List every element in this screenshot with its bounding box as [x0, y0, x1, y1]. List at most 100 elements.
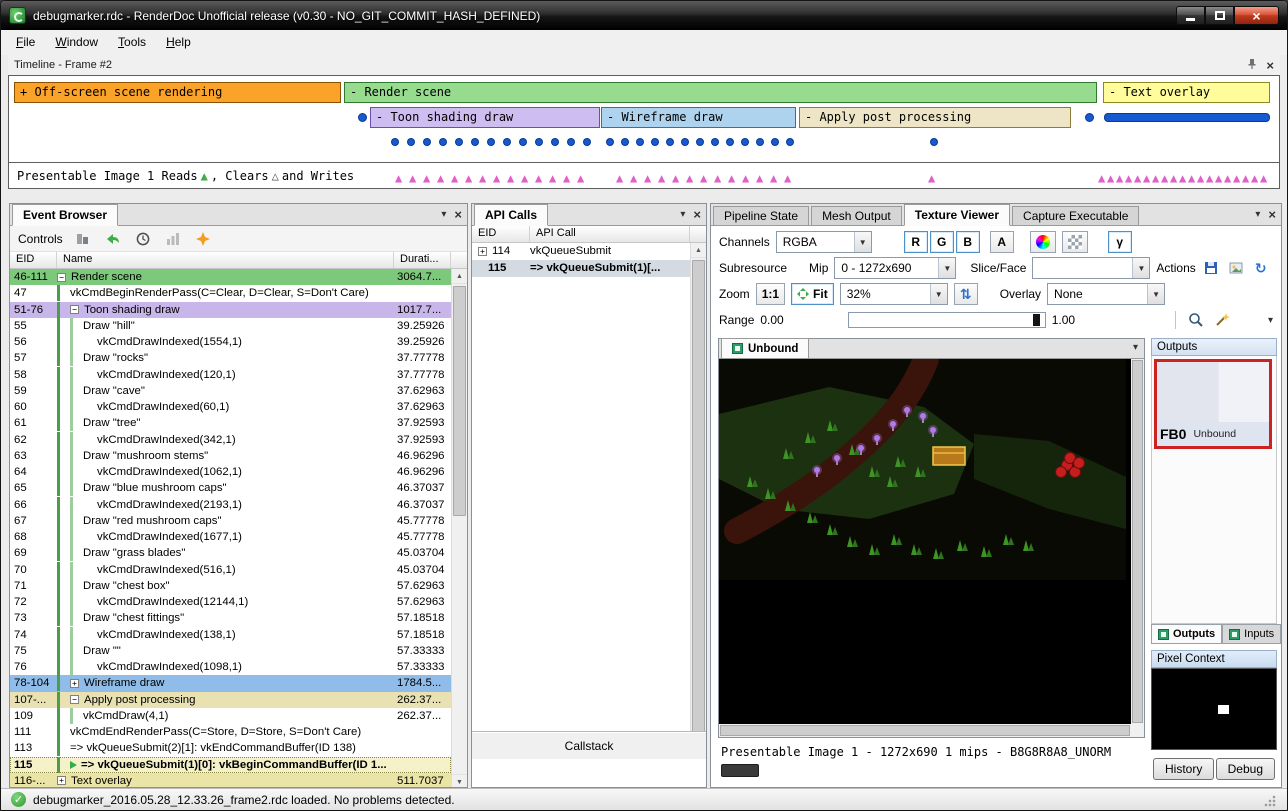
- event-row[interactable]: 62vkCmdDrawIndexed(342,1)37.92593: [10, 432, 451, 448]
- history-button[interactable]: History: [1153, 758, 1214, 780]
- channel-g-button[interactable]: G: [930, 231, 954, 253]
- chevron-down-icon[interactable]: ▾: [441, 209, 446, 220]
- chevron-down-icon[interactable]: ▾: [1133, 342, 1138, 353]
- zoom-range-icon[interactable]: [1186, 310, 1206, 330]
- event-row[interactable]: 69Draw "grass blades"45.03704: [10, 545, 451, 561]
- menu-file[interactable]: File: [6, 30, 45, 55]
- event-row[interactable]: 67Draw "red mushroom caps"45.77778: [10, 513, 451, 529]
- close-button[interactable]: ×: [1234, 6, 1279, 25]
- tree-toggle-icon[interactable]: −: [70, 695, 79, 704]
- time-durations-icon[interactable]: [133, 229, 153, 249]
- event-row[interactable]: 115=> vkQueueSubmit(1)[0]: vkBeginComman…: [10, 757, 451, 773]
- save-icon[interactable]: [1201, 258, 1221, 278]
- event-row[interactable]: 75Draw ""57.33333: [10, 643, 451, 659]
- color-wheel-button[interactable]: [1030, 231, 1056, 253]
- menu-tools[interactable]: Tools: [108, 30, 156, 55]
- tab-texture-viewer[interactable]: Texture Viewer: [904, 204, 1010, 226]
- close-icon[interactable]: ×: [693, 208, 701, 221]
- channel-r-button[interactable]: R: [904, 231, 928, 253]
- sliceface-select[interactable]: ▼: [1032, 257, 1150, 279]
- scrollbar-thumb[interactable]: [720, 725, 1130, 736]
- event-row[interactable]: 68vkCmdDrawIndexed(1677,1)45.77778: [10, 529, 451, 545]
- refresh-icon[interactable]: ↻: [1251, 258, 1271, 278]
- open-texture-icon[interactable]: [1226, 258, 1246, 278]
- event-browser-scrollbar[interactable]: ▲ ▼: [451, 269, 467, 788]
- event-row[interactable]: 107-...−Apply post processing262.37...: [10, 692, 451, 708]
- debug-button[interactable]: Debug: [1216, 758, 1275, 780]
- column-eid[interactable]: EID: [472, 226, 530, 242]
- api-calls-scrollbar[interactable]: ▲ ▼: [690, 243, 706, 759]
- event-row[interactable]: 71Draw "chest box"57.62963: [10, 578, 451, 594]
- scrollbar-thumb[interactable]: [692, 260, 705, 742]
- scroll-down-icon[interactable]: ▼: [452, 774, 467, 788]
- event-row[interactable]: 55Draw "hill"39.25926: [10, 318, 451, 334]
- callstack-section[interactable]: Callstack: [472, 731, 706, 759]
- tree-toggle-icon[interactable]: −: [70, 305, 79, 314]
- event-row[interactable]: 116-...+Text overlay511.7037: [10, 773, 451, 788]
- menu-help[interactable]: Help: [156, 30, 201, 55]
- event-row[interactable]: 72vkCmdDrawIndexed(12144,1)57.62963: [10, 594, 451, 610]
- tab-capture-executable[interactable]: Capture Executable: [1012, 206, 1139, 225]
- event-row[interactable]: 47vkCmdBeginRenderPass(C=Clear, D=Clear,…: [10, 285, 451, 301]
- timeline-bar[interactable]: - Render scene: [344, 82, 1097, 103]
- event-row[interactable]: 113=> vkQueueSubmit(2)[1]: vkEndCommandB…: [10, 740, 451, 756]
- event-row[interactable]: 65Draw "blue mushroom caps"46.37037: [10, 480, 451, 496]
- resize-grip[interactable]: [1263, 793, 1277, 807]
- flip-y-button[interactable]: ⇅: [954, 283, 978, 305]
- timeline-bar[interactable]: - Toon shading draw: [370, 107, 600, 128]
- api-calls-column-header[interactable]: EID API Call: [472, 226, 706, 243]
- output-fb0-thumbnail[interactable]: FB0 Unbound: [1154, 359, 1272, 449]
- close-icon[interactable]: ×: [1268, 208, 1276, 221]
- bookmark-icon[interactable]: [193, 229, 213, 249]
- event-row[interactable]: 76vkCmdDrawIndexed(1098,1)57.33333: [10, 659, 451, 675]
- tab-inputs[interactable]: Inputs: [1222, 624, 1281, 644]
- column-name[interactable]: Name: [57, 252, 394, 268]
- statistics-icon[interactable]: [163, 229, 183, 249]
- scroll-up-icon[interactable]: ▲: [452, 269, 467, 284]
- texture-horizontal-scrollbar[interactable]: [719, 724, 1131, 737]
- event-row[interactable]: 78-104+Wireframe draw1784.5...: [10, 675, 451, 691]
- event-row[interactable]: 73Draw "chest fittings"57.18518: [10, 610, 451, 626]
- timeline-bar[interactable]: + Off-screen scene rendering: [14, 82, 341, 103]
- scroll-up-icon[interactable]: ▲: [691, 243, 706, 258]
- event-row[interactable]: 46-111−Render scene3064.7...: [10, 269, 451, 285]
- tab-event-browser[interactable]: Event Browser: [12, 204, 118, 226]
- range-slider[interactable]: [848, 312, 1046, 328]
- tab-unbound-texture[interactable]: Unbound: [721, 338, 809, 358]
- event-browser-column-header[interactable]: EID Name Durati...: [10, 252, 467, 269]
- maximize-button[interactable]: [1205, 6, 1234, 25]
- tree-toggle-icon[interactable]: +: [70, 679, 79, 688]
- goto-current-icon[interactable]: [103, 229, 123, 249]
- event-row[interactable]: 63Draw "mushroom stems"46.96296: [10, 448, 451, 464]
- event-row[interactable]: 58vkCmdDrawIndexed(120,1)37.77778: [10, 367, 451, 383]
- event-row[interactable]: 60vkCmdDrawIndexed(60,1)37.62963: [10, 399, 451, 415]
- tab-api-calls[interactable]: API Calls: [474, 204, 548, 226]
- event-row[interactable]: 51-76−Toon shading draw1017.7...: [10, 302, 451, 318]
- event-row[interactable]: 66vkCmdDrawIndexed(2193,1)46.37037: [10, 497, 451, 513]
- range-slider-handle[interactable]: [1033, 314, 1040, 326]
- channel-b-button[interactable]: B: [956, 231, 980, 253]
- gamma-button[interactable]: γ: [1108, 231, 1132, 253]
- event-row[interactable]: 56vkCmdDrawIndexed(1554,1)39.25926: [10, 334, 451, 350]
- checkerboard-button[interactable]: [1062, 231, 1088, 253]
- fit-button[interactable]: Fit: [791, 283, 834, 305]
- menu-window[interactable]: Window: [45, 30, 108, 55]
- close-icon[interactable]: ×: [1266, 59, 1274, 72]
- api-call-row[interactable]: +114vkQueueSubmit: [472, 243, 690, 260]
- api-call-row[interactable]: 115=> vkQueueSubmit(1)[...: [472, 260, 690, 277]
- timeline-bar[interactable]: - Apply post processing: [799, 107, 1071, 128]
- event-row[interactable]: 57Draw "rocks"37.77778: [10, 350, 451, 366]
- column-api-call[interactable]: API Call: [530, 226, 690, 242]
- timeline-canvas[interactable]: Presentable Image 1 Reads ▲ , Clears △ a…: [8, 75, 1280, 189]
- chevron-down-icon[interactable]: ▾: [680, 209, 685, 220]
- tab-outputs[interactable]: Outputs: [1151, 624, 1222, 644]
- tab-mesh-output[interactable]: Mesh Output: [811, 206, 902, 225]
- timeline-bar[interactable]: - Wireframe draw: [601, 107, 796, 128]
- close-icon[interactable]: ×: [454, 208, 462, 221]
- chevron-down-icon[interactable]: ▾: [1255, 209, 1260, 220]
- tab-pipeline-state[interactable]: Pipeline State: [713, 206, 809, 225]
- column-duration[interactable]: Durati...: [394, 252, 451, 268]
- tree-toggle-icon[interactable]: +: [57, 776, 66, 785]
- mip-select[interactable]: 0 - 1272x690▼: [834, 257, 956, 279]
- tree-toggle-icon[interactable]: +: [478, 247, 487, 256]
